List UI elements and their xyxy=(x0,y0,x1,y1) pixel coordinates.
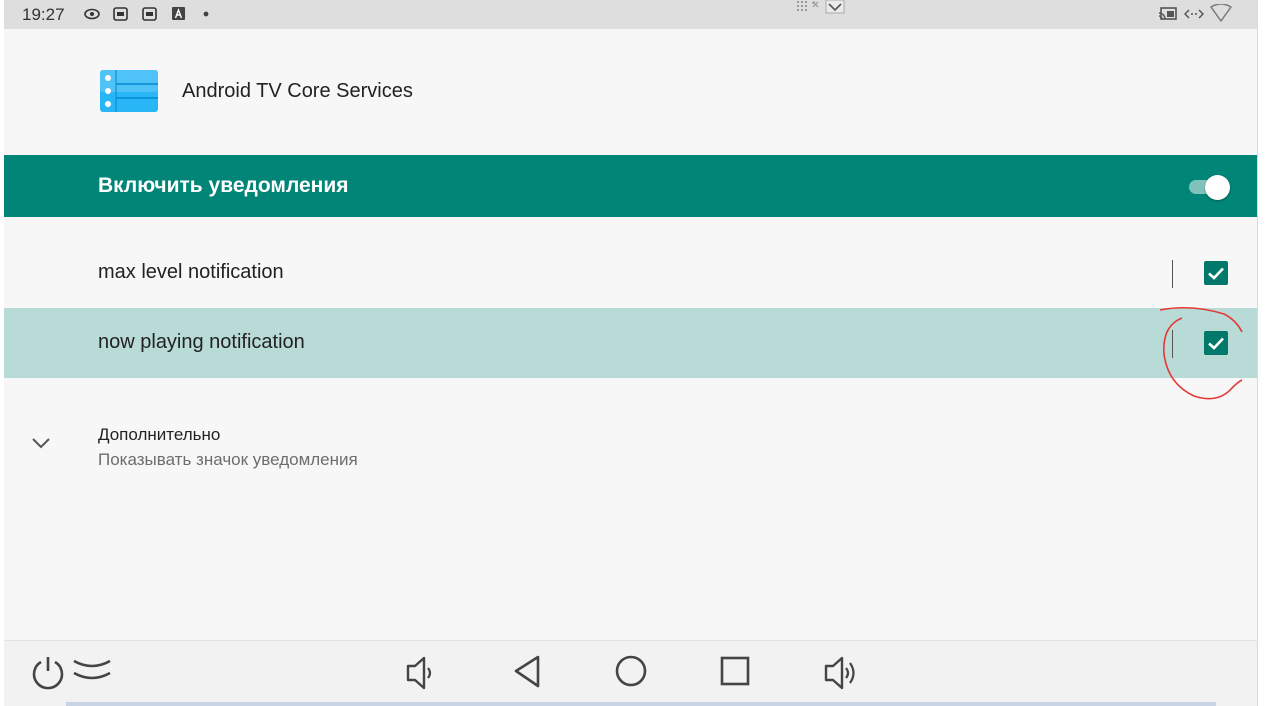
app-header: Android TV Core Services xyxy=(4,29,1257,155)
volume-up-icon[interactable] xyxy=(820,653,860,693)
enable-notifications-row[interactable]: Включить уведомления xyxy=(4,155,1257,217)
home-icon[interactable] xyxy=(611,653,651,693)
advanced-summary: Показывать значок уведомления xyxy=(98,450,358,469)
wifi-icon xyxy=(1210,3,1232,24)
app-name: Android TV Core Services xyxy=(182,80,413,102)
check-icon xyxy=(1208,267,1224,280)
check-icon xyxy=(1208,337,1224,350)
enable-notifications-label: Включить уведомления xyxy=(98,174,349,197)
taskbar-strip xyxy=(66,702,1216,706)
eye-icon xyxy=(84,7,100,21)
status-time: 19:27 xyxy=(22,5,65,24)
power-icon[interactable] xyxy=(28,653,68,693)
switch-thumb xyxy=(1205,175,1230,200)
now-playing-checkbox[interactable] xyxy=(1204,331,1228,355)
dot-icon xyxy=(202,7,216,21)
a-letter-icon xyxy=(172,7,186,21)
advanced-row[interactable]: Дополнительно Показывать значок уведомле… xyxy=(4,412,1257,482)
device-screen: 19:27 Android TV Core Services Включить … xyxy=(4,0,1257,706)
row-divider xyxy=(1172,330,1173,358)
data-arrows-icon xyxy=(1183,7,1205,21)
cast-box-icon xyxy=(142,7,157,21)
screen-controls-icon xyxy=(796,0,846,14)
collapse-icon[interactable] xyxy=(72,653,112,693)
channel-row-max-level[interactable]: max level notification xyxy=(4,238,1257,308)
app-list-icon xyxy=(100,70,158,112)
recents-icon[interactable] xyxy=(715,653,755,693)
row-divider xyxy=(1172,260,1173,288)
chevron-down-icon xyxy=(31,436,51,450)
screen-cast-icon xyxy=(1158,7,1178,21)
back-icon[interactable] xyxy=(508,653,548,693)
advanced-title: Дополнительно xyxy=(98,425,221,444)
cast-box-icon xyxy=(113,7,128,21)
window-edge xyxy=(1257,0,1265,706)
channel-row-now-playing[interactable]: now playing notification xyxy=(4,308,1257,378)
status-bar: 19:27 xyxy=(4,0,1257,29)
channel-label: max level notification xyxy=(98,261,284,283)
navigation-bar xyxy=(4,640,1257,706)
max-level-checkbox[interactable] xyxy=(1204,261,1228,285)
channel-label: now playing notification xyxy=(98,331,305,353)
enable-notifications-switch[interactable] xyxy=(1187,175,1231,200)
volume-down-icon[interactable] xyxy=(400,653,440,693)
